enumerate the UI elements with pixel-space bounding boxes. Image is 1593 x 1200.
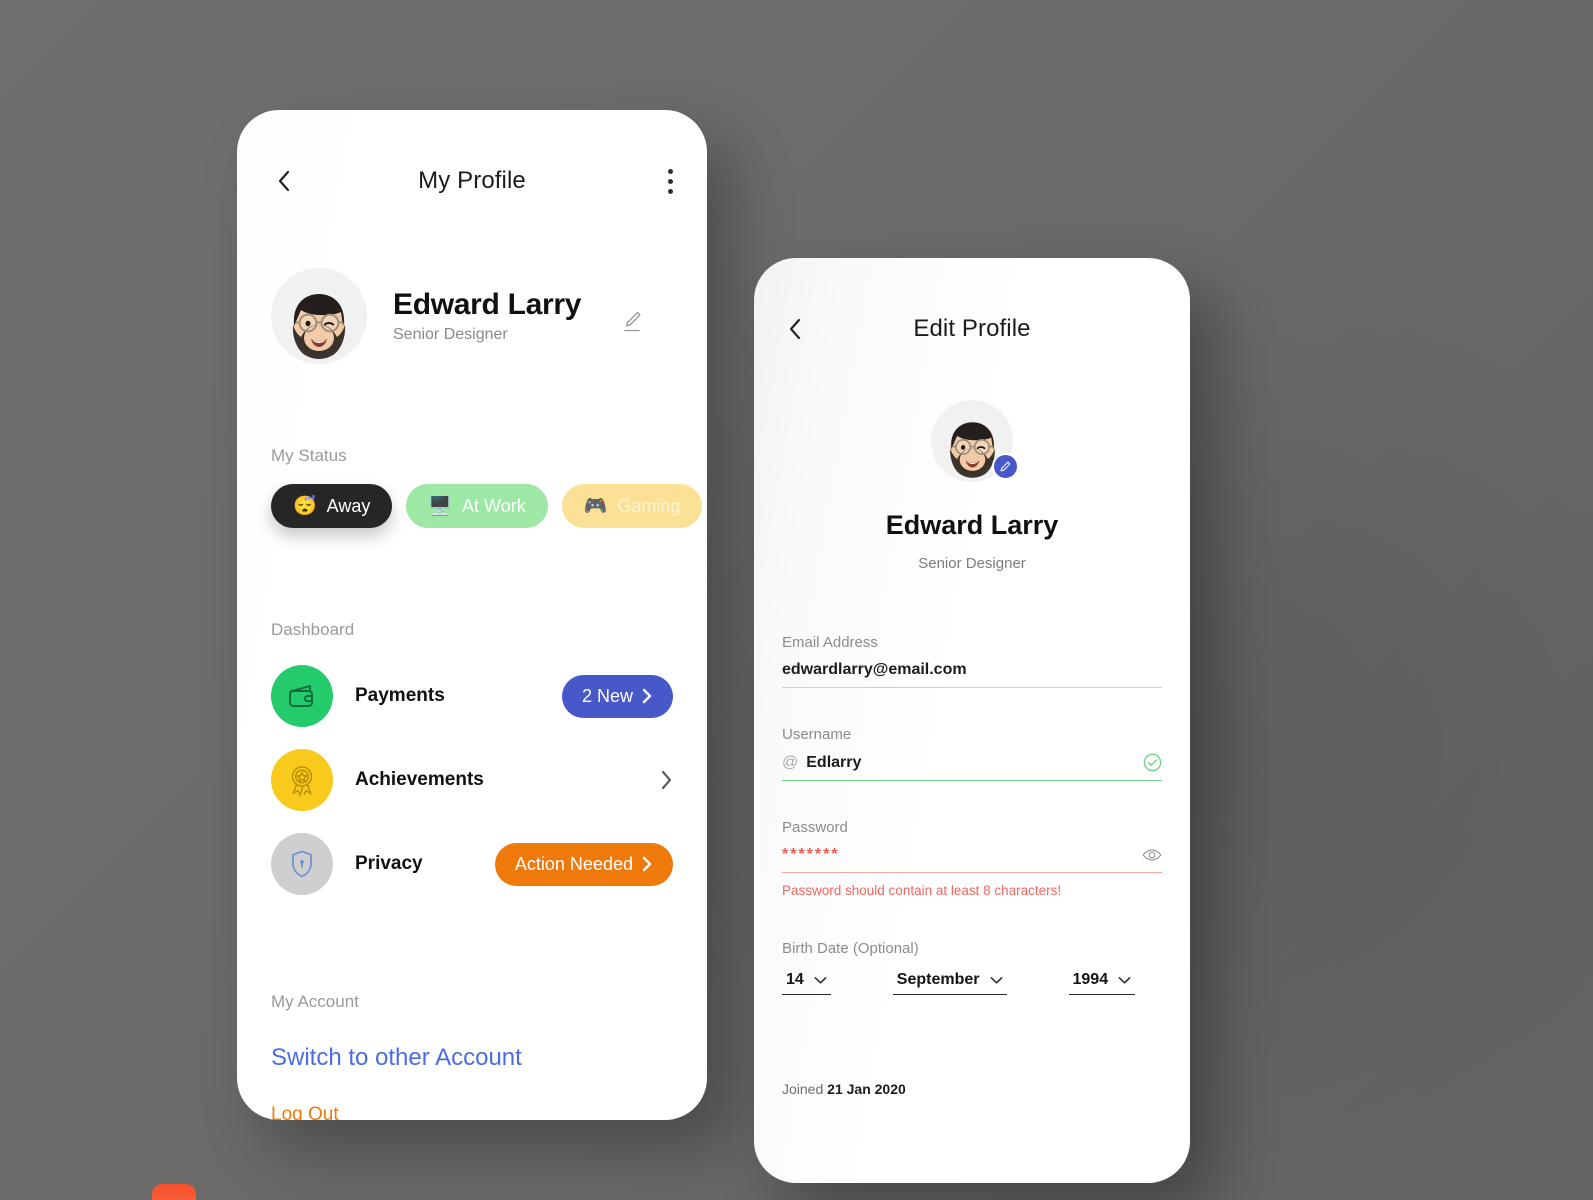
- kebab-menu-icon[interactable]: [668, 168, 673, 194]
- joined-value: 21 Jan 2020: [827, 1081, 906, 1097]
- profile-role: Senior Designer: [393, 326, 508, 343]
- joined-prefix: Joined: [782, 1081, 824, 1097]
- username-input[interactable]: [806, 753, 1143, 772]
- my-profile-screen: My Profile Edward Larry Senior Designer …: [237, 110, 707, 1120]
- chevron-right-icon: [642, 688, 652, 704]
- profile-role: Senior Designer: [918, 555, 1026, 572]
- profile-name: Edward Larry: [393, 288, 582, 321]
- chevron-down-icon: [814, 976, 827, 984]
- edit-profile-form: Email Address Username @ Password: [754, 634, 1190, 995]
- status-pill-label: Away: [326, 495, 371, 516]
- page-title: My Profile: [418, 167, 526, 194]
- avatar-edit-badge[interactable]: [992, 453, 1019, 480]
- dashboard-row-payments[interactable]: Payments 2 New: [271, 654, 673, 738]
- logout-link[interactable]: Log Out: [271, 1104, 339, 1120]
- dashboard-section-label: Dashboard: [271, 620, 355, 639]
- password-label: Password: [782, 819, 848, 836]
- dashboard-row-right: Action Needed: [494, 842, 673, 886]
- payments-badge[interactable]: 2 New: [561, 674, 673, 718]
- dashboard-label: Achievements: [355, 769, 484, 790]
- dashboard-row-right: [660, 769, 673, 791]
- account-section: My Account Switch to other Account Log O…: [237, 992, 707, 1120]
- wallet-icon: [271, 665, 333, 727]
- email-input-line: [782, 661, 1162, 688]
- email-input[interactable]: [782, 661, 1162, 679]
- pencil-icon[interactable]: [621, 309, 643, 333]
- identity-text: Edward Larry Senior Designer: [393, 288, 581, 344]
- desktop-computer-emoji: 🖥️: [428, 495, 453, 517]
- birth-year-value: 1994: [1072, 971, 1109, 988]
- email-label: Email Address: [782, 634, 878, 651]
- check-circle-icon: [1143, 753, 1162, 772]
- at-sign-prefix: @: [782, 753, 799, 771]
- game-controller-emoji: 🎮: [583, 495, 608, 517]
- birth-month-select[interactable]: September: [892, 971, 1007, 995]
- chevron-down-icon: [990, 976, 1002, 984]
- edit-avatar-wrapper: [754, 400, 1190, 482]
- chevron-right-icon: [642, 856, 652, 872]
- back-icon[interactable]: [271, 168, 297, 194]
- status-pill-label: At Work: [462, 495, 526, 516]
- dashboard-row-privacy[interactable]: Privacy Action Needed: [271, 822, 673, 906]
- username-input-line: @: [782, 753, 1162, 781]
- password-error-message: Password should contain at least 8 chara…: [782, 883, 1062, 898]
- birth-month-value: September: [896, 971, 980, 988]
- password-input[interactable]: *******: [782, 846, 1142, 864]
- sleepy-face-emoji: 😴: [293, 495, 317, 517]
- profile-top-bar: My Profile: [237, 146, 707, 216]
- status-pill-label: Gaming: [617, 495, 681, 516]
- status-section-label: My Status: [271, 446, 347, 465]
- password-field-group: Password ******* Password should contain…: [782, 819, 1162, 898]
- birth-year-select[interactable]: 1994: [1068, 971, 1136, 995]
- birth-day-select[interactable]: 14: [782, 971, 831, 995]
- medal-icon: [271, 749, 333, 811]
- username-label: Username: [782, 726, 852, 743]
- status-pill-group: 😴 Away 🖥️ At Work 🎮 Gaming: [237, 484, 707, 528]
- status-pill-at-work[interactable]: 🖥️ At Work: [406, 484, 548, 528]
- avatar[interactable]: [271, 268, 367, 364]
- birth-date-selectors: 14 September 1994: [782, 971, 1162, 995]
- shield-icon: [271, 833, 333, 895]
- badge-label: Action Needed: [514, 853, 633, 874]
- avatar-with-badge: [931, 400, 1019, 482]
- chevron-right-icon[interactable]: [660, 769, 673, 791]
- email-field-group: Email Address: [782, 634, 1162, 688]
- status-pill-gaming[interactable]: 🎮 Gaming: [561, 484, 703, 528]
- page-title: Edit Profile: [913, 315, 1031, 342]
- username-field-group: Username @: [782, 726, 1162, 781]
- chevron-down-icon: [1118, 976, 1131, 984]
- edit-top-bar: Edit Profile: [754, 294, 1190, 364]
- profile-identity: Edward Larry Senior Designer: [237, 268, 707, 364]
- dashboard-list: Payments 2 New Achievements Privacy Acti…: [237, 654, 707, 906]
- dashboard-label: Privacy: [355, 853, 423, 874]
- birth-day-value: 14: [786, 971, 804, 988]
- account-section-label: My Account: [271, 992, 359, 1011]
- birth-date-label: Birth Date (Optional): [782, 940, 919, 957]
- switch-account-link[interactable]: Switch to other Account: [271, 1044, 522, 1072]
- edit-profile-screen: Edit Profile Edward Larry Senior Designe…: [754, 258, 1190, 1183]
- back-icon[interactable]: [782, 316, 808, 342]
- dashboard-row-right: 2 New: [561, 674, 673, 718]
- password-input-line: *******: [782, 846, 1162, 873]
- dashboard-label: Payments: [355, 685, 445, 706]
- decorative-blob: [152, 1184, 196, 1200]
- eye-icon[interactable]: [1142, 848, 1162, 862]
- profile-name: Edward Larry: [885, 510, 1059, 540]
- dashboard-row-achievements[interactable]: Achievements: [271, 738, 673, 822]
- birth-date-group: Birth Date (Optional) 14 September 1994: [782, 940, 1162, 995]
- privacy-badge[interactable]: Action Needed: [494, 842, 673, 886]
- status-pill-away[interactable]: 😴 Away: [271, 484, 393, 528]
- badge-label: 2 New: [581, 685, 633, 706]
- joined-date: Joined 21 Jan 2020: [782, 1081, 906, 1097]
